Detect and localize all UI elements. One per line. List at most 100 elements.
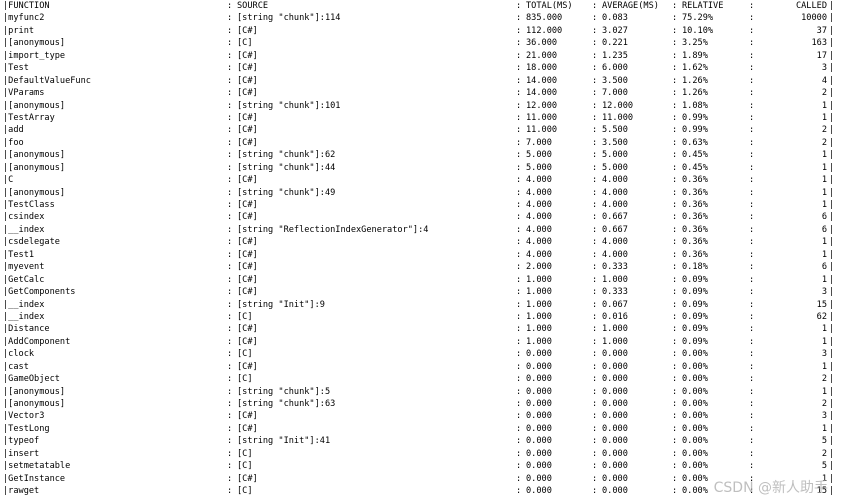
column-separator: : <box>227 75 233 86</box>
source-cell: [string "chunk"]:62 <box>237 150 336 161</box>
function-cell: |Vector3 <box>3 411 45 422</box>
column-separator: : <box>749 423 755 434</box>
total-cell: 0.000 <box>526 473 552 484</box>
row-edge: | <box>829 88 835 99</box>
header-relative: RELATIVE <box>682 1 724 11</box>
header-average: AVERAGE(MS) <box>602 1 659 11</box>
average-cell: 1.000 <box>602 336 628 347</box>
average-cell: 4.000 <box>602 175 628 186</box>
table-row: |typeof: [string "Init"]:41:0.000:0.000:0… <box>0 435 844 447</box>
source-cell: [C#] <box>237 25 258 36</box>
source-cell: [string "Init"]:9 <box>237 299 325 310</box>
source-cell: [string "chunk"]:101 <box>237 100 341 111</box>
column-separator: : <box>592 249 598 260</box>
column-separator: : <box>749 324 755 335</box>
function-cell: |rawget <box>3 486 40 497</box>
average-cell: 0.000 <box>602 448 628 459</box>
column-separator: : <box>227 212 233 223</box>
header-row: |FUNCTION : SOURCE : TOTAL(MS) : AVERAGE… <box>0 0 844 12</box>
column-separator: : <box>592 324 598 335</box>
table-row: |foo: [C#]:7.000:3.500:0.63%:2 | <box>0 137 844 149</box>
column-separator: : <box>672 486 678 497</box>
source-cell: [C#] <box>237 63 258 74</box>
column-separator: : <box>516 274 522 285</box>
header-function: |FUNCTION <box>3 1 50 11</box>
column-separator: : <box>672 88 678 99</box>
function-cell: |[anonymous] <box>3 187 66 198</box>
called-cell: 3 <box>821 349 827 360</box>
source-cell: [C] <box>237 461 253 472</box>
column-separator: : <box>516 75 522 86</box>
relative-cell: 0.45% <box>682 150 708 161</box>
total-cell: 11.000 <box>526 125 558 136</box>
column-separator: : <box>227 287 233 298</box>
column-separator: : <box>672 125 678 136</box>
column-separator: : <box>227 100 233 111</box>
average-cell: 0.221 <box>602 38 628 49</box>
average-cell: 0.000 <box>602 399 628 409</box>
column-separator: : <box>672 349 678 360</box>
table-row: |insert: [C]:0.000:0.000:0.00%:2 | <box>0 448 844 460</box>
total-cell: 0.000 <box>526 448 552 459</box>
average-cell: 4.000 <box>602 237 628 248</box>
average-cell: 5.000 <box>602 162 628 173</box>
called-cell: 62 <box>816 311 827 322</box>
column-separator: : <box>592 386 598 397</box>
relative-cell: 10.10% <box>682 25 714 36</box>
function-cell: |[anonymous] <box>3 100 66 111</box>
column-separator: : <box>672 249 678 260</box>
average-cell: 1.235 <box>602 50 628 61</box>
column-separator: : <box>672 137 678 148</box>
called-cell: 3 <box>821 287 827 298</box>
function-cell: |TestArray <box>3 112 55 123</box>
relative-cell: 0.00% <box>682 411 708 422</box>
source-cell: [C#] <box>237 361 258 372</box>
column-separator: : <box>592 187 598 198</box>
relative-cell: 0.09% <box>682 311 708 322</box>
column-separator: : <box>672 411 678 422</box>
row-edge: | <box>829 75 835 86</box>
total-cell: 0.000 <box>526 411 552 422</box>
source-cell: [C#] <box>237 336 258 347</box>
column-separator: : <box>516 162 522 173</box>
column-separator: : <box>672 448 678 459</box>
relative-cell: 0.18% <box>682 262 708 273</box>
relative-cell: 1.89% <box>682 50 708 61</box>
column-separator: : <box>749 187 755 198</box>
called-cell: 1 <box>821 162 827 173</box>
called-cell: 1 <box>821 274 827 285</box>
total-cell: 14.000 <box>526 88 558 99</box>
function-cell: |insert <box>3 448 40 459</box>
column-separator: : <box>516 1 522 11</box>
called-cell: 5 <box>821 436 827 447</box>
average-cell: 11.000 <box>602 112 634 123</box>
column-separator: : <box>592 399 598 409</box>
row-edge: | <box>829 287 835 298</box>
column-separator: : <box>592 237 598 248</box>
column-separator: : <box>592 461 598 472</box>
called-cell: 1 <box>821 150 827 161</box>
row-edge: | <box>829 200 835 210</box>
source-cell: [C] <box>237 374 253 385</box>
source-cell: [string "chunk"]:44 <box>237 162 336 173</box>
function-cell: |__index <box>3 224 45 235</box>
column-separator: : <box>749 287 755 298</box>
relative-cell: 0.00% <box>682 423 708 434</box>
total-cell: 4.000 <box>526 237 552 248</box>
column-separator: : <box>749 112 755 123</box>
table-row: |setmetatable: [C]:0.000:0.000:0.00%:5 | <box>0 460 844 472</box>
table-row: |VParams: [C#]:14.000:7.000:1.26%:2 | <box>0 87 844 99</box>
relative-cell: 0.00% <box>682 461 708 472</box>
called-cell: 2 <box>821 399 827 409</box>
row-edge: | <box>829 374 835 385</box>
table-row: |__index: [string "ReflectionIndexGenerat… <box>0 224 844 236</box>
column-separator: : <box>592 162 598 173</box>
source-cell: [C] <box>237 486 253 497</box>
function-cell: |Distance <box>3 324 50 335</box>
row-edge: | <box>829 187 835 198</box>
column-separator: : <box>516 212 522 223</box>
function-cell: |GameObject <box>3 374 60 385</box>
row-edge: | <box>829 361 835 372</box>
column-separator: : <box>592 125 598 136</box>
row-edge: | <box>829 125 835 136</box>
